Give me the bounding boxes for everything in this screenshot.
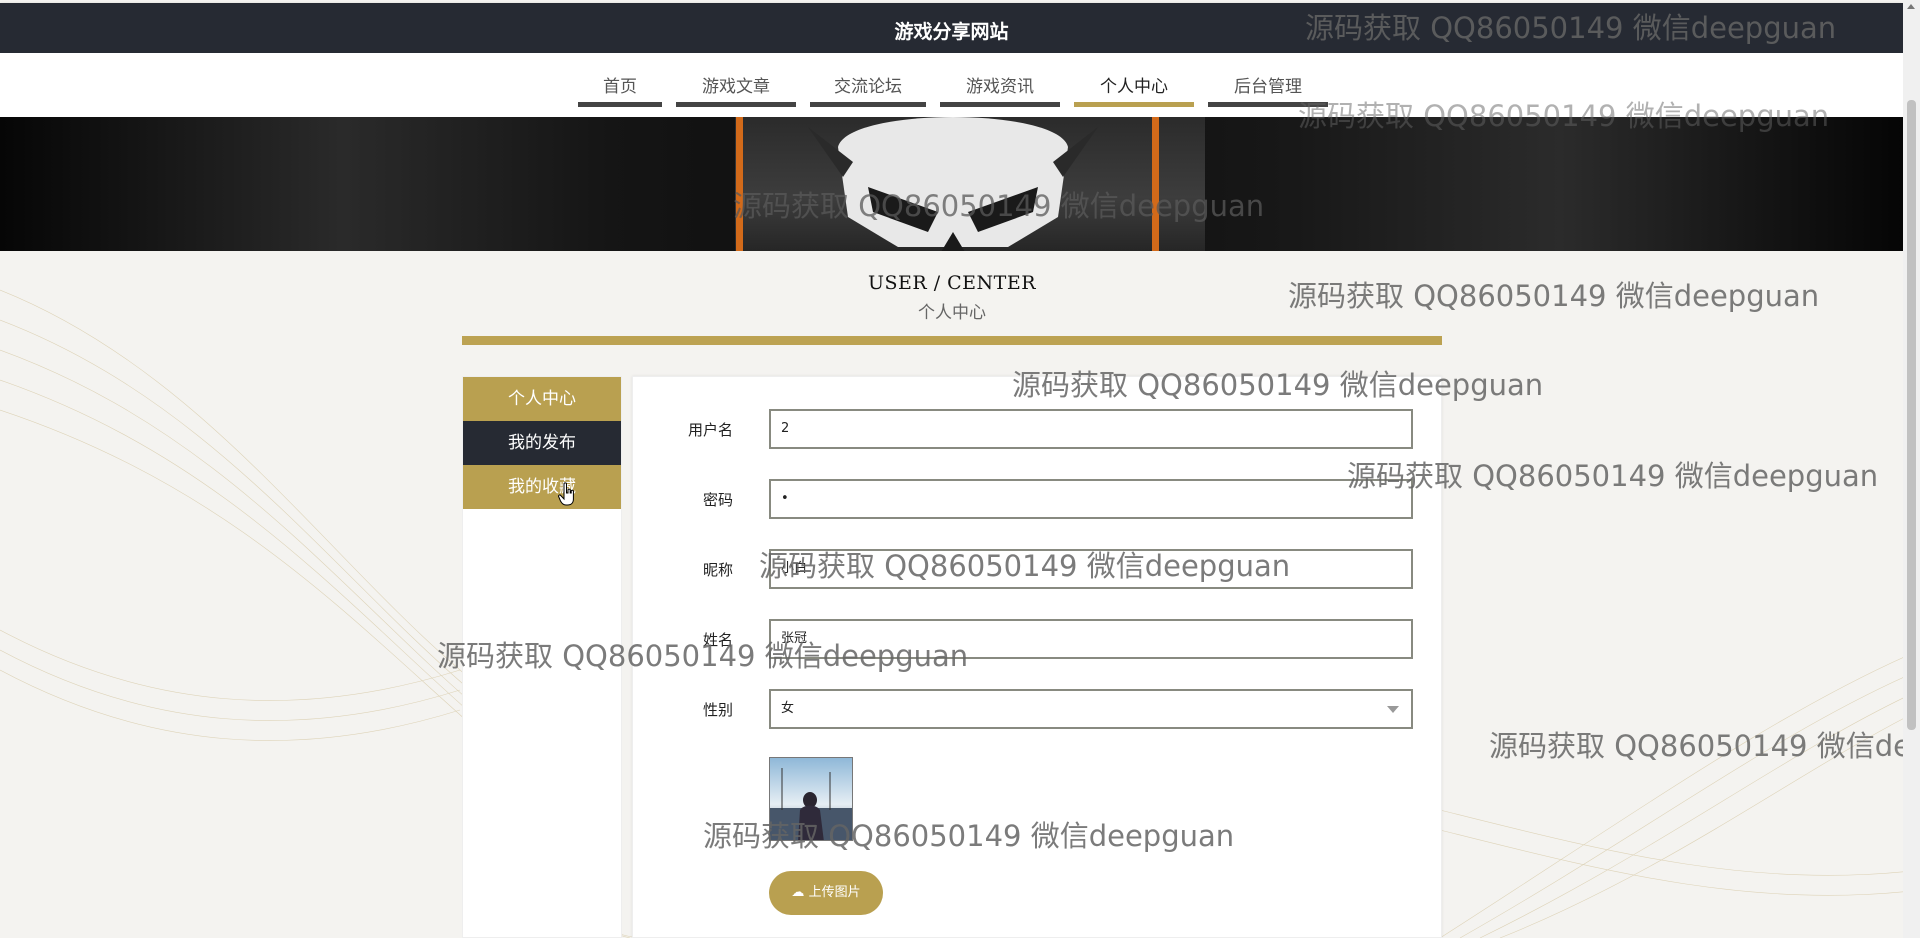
cloud-upload-icon: ☁ — [791, 885, 805, 900]
form-row-realname: 姓名 张冠 — [633, 619, 1443, 659]
section-title-cn: 个人中心 — [918, 303, 986, 323]
site-title: 游戏分享网站 — [894, 21, 1009, 43]
form-row-nickname: 昵称 小白 — [633, 549, 1443, 589]
section-divider — [462, 336, 1442, 345]
realname-label: 姓名 — [702, 631, 733, 649]
gender-selected-value: 女 — [781, 701, 795, 716]
hero-banner — [0, 117, 1903, 251]
username-input[interactable]: 2 — [769, 409, 1413, 449]
avatar — [769, 757, 853, 841]
page-scrollbar[interactable] — [1903, 0, 1920, 938]
nav-item-user-center[interactable]: 个人中心 — [1074, 69, 1194, 107]
nav-item-game-articles[interactable]: 游戏文章 — [676, 69, 796, 107]
nav-item-forum[interactable]: 交流论坛 — [810, 69, 926, 107]
nav-item-admin[interactable]: 后台管理 — [1208, 69, 1328, 107]
gender-select[interactable]: 女 — [769, 689, 1413, 729]
password-label: 密码 — [702, 491, 733, 509]
nav-item-game-news[interactable]: 游戏资讯 — [940, 69, 1060, 107]
hand-pointer-icon — [558, 482, 574, 506]
sidebar-menu: 个人中心 我的发布 我的收藏 — [462, 376, 622, 938]
form-row-username: 用户名 2 — [633, 409, 1443, 449]
skull-emblem-icon — [808, 117, 1098, 251]
upload-button-label: 上传图片 — [808, 885, 861, 900]
profile-form: 用户名 2 密码 • 昵称 小白 姓名 张冠 性别 女 ☁ 上传图片 — [632, 376, 1442, 938]
section-header: USER / CENTER 个人中心 — [462, 272, 1442, 323]
nickname-label: 昵称 — [702, 561, 733, 579]
username-label: 用户名 — [687, 421, 733, 439]
banner-stripe-right — [1152, 117, 1159, 251]
banner-stripe-left — [736, 117, 743, 251]
scroll-up-arrow-icon[interactable] — [1907, 4, 1915, 9]
section-title-en: USER / CENTER — [867, 272, 1037, 294]
avatar-photo — [770, 758, 852, 840]
sidebar-item-user-center[interactable]: 个人中心 — [463, 377, 621, 421]
chevron-down-icon — [1387, 706, 1399, 713]
scrollbar-thumb[interactable] — [1907, 100, 1916, 730]
nav-item-home[interactable]: 首页 — [578, 69, 662, 107]
upload-image-button[interactable]: ☁ 上传图片 — [769, 871, 883, 915]
main-nav-bar: 首页 游戏文章 交流论坛 游戏资讯 个人中心 后台管理 — [0, 53, 1903, 117]
main-nav: 首页 游戏文章 交流论坛 游戏资讯 个人中心 后台管理 — [578, 69, 1342, 107]
form-row-password: 密码 • — [633, 479, 1443, 519]
top-header-bar: 游戏分享网站 — [0, 3, 1903, 53]
sidebar-item-my-favorites[interactable]: 我的收藏 — [463, 465, 621, 509]
gender-label: 性别 — [702, 701, 733, 719]
password-input[interactable]: • — [769, 479, 1413, 519]
nickname-input[interactable]: 小白 — [769, 549, 1413, 589]
sidebar-item-my-posts[interactable]: 我的发布 — [463, 421, 621, 465]
form-row-gender: 性别 女 — [633, 689, 1443, 729]
realname-input[interactable]: 张冠 — [769, 619, 1413, 659]
